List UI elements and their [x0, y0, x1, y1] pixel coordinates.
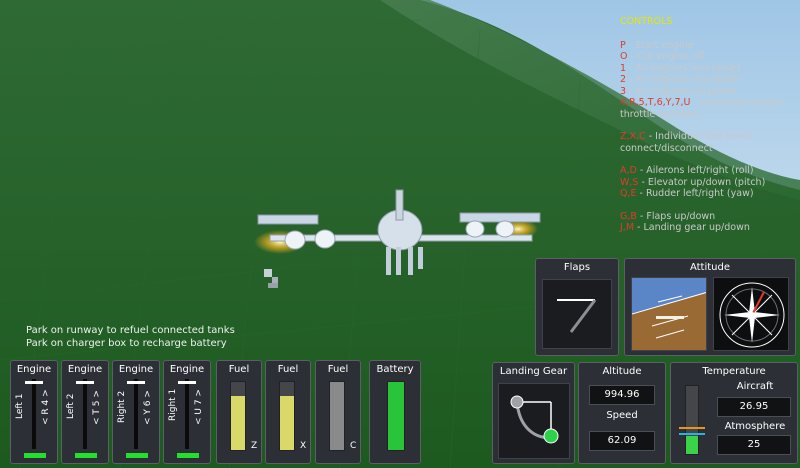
temperature-gauge [685, 385, 699, 455]
flaps-panel: Flaps [535, 258, 619, 356]
fuel-panel-z: Fuel Z [216, 360, 262, 464]
control-row: Z,X,C - Individual fuel tanks connect/di… [620, 131, 752, 154]
attitude-panel: Attitude [624, 258, 796, 356]
fuel-gauge [230, 381, 246, 451]
atmosphere-temp-marker [679, 433, 705, 435]
ground-object [264, 269, 278, 288]
fuel-key: C [350, 441, 357, 451]
fuel-panel-c: Fuel C [315, 360, 361, 464]
control-row: O - Cut engine off [620, 51, 705, 62]
throttle-track [83, 379, 87, 449]
attitude-title: Attitude [689, 262, 731, 273]
engine-panel-left-1: Engine Left 1 < R 4 > [10, 360, 58, 464]
temperature-fill [686, 436, 698, 454]
engine-name: Left 1 [15, 393, 25, 419]
fuel-gauge [329, 381, 345, 451]
fuel-key: X [300, 441, 307, 451]
altitude-value: 994.96 [589, 385, 655, 405]
fuel-title: Fuel [277, 364, 299, 375]
fuel-level-fill [330, 382, 344, 450]
refuel-hint: Park on runway to refuel connected tanks [26, 325, 235, 336]
engine-keys: < U 7 > [194, 389, 204, 425]
flaps-display [542, 279, 612, 349]
battery-title: Battery [376, 364, 414, 375]
control-row: 3 - All engines full power [620, 85, 738, 97]
aircraft-temp-label: Aircraft [736, 381, 774, 392]
control-row: A,D - Ailerons left/right (roll) [620, 165, 754, 176]
engine-keys: < Y 6 > [143, 390, 153, 425]
engine-status-light [24, 453, 46, 458]
engine-name: Right 2 [117, 390, 127, 423]
throttle-track [32, 379, 36, 449]
landing-gear-display [498, 383, 570, 459]
fuel-gauge [279, 381, 295, 451]
altitude-title: Altitude [602, 366, 642, 377]
fuel-title: Fuel [327, 364, 349, 375]
throttle-slider[interactable] [127, 381, 145, 384]
throttle-slider[interactable] [178, 381, 196, 384]
atmosphere-temp-label: Atmosphere [724, 421, 786, 432]
control-row: 4,R,5,T,6,Y,7,U - Individual engine thro… [620, 97, 782, 120]
fuel-title: Fuel [228, 364, 250, 375]
engine-title: Engine [16, 364, 52, 375]
control-row: Q,E - Rudder left/right (yaw) [620, 188, 754, 199]
recharge-hint: Park on charger box to recharge battery [26, 338, 227, 349]
artificial-horizon [631, 277, 707, 351]
compass-icon [719, 282, 785, 348]
control-row: 2 - All engines mid power [620, 74, 741, 85]
landing-gear-indicator [510, 395, 559, 444]
fuel-level-fill [231, 395, 245, 450]
engine-panel-left-2: Engine Left 2 < T 5 > [61, 360, 109, 464]
flaps-title: Flaps [563, 262, 591, 273]
engine-status-light [177, 453, 199, 458]
engine-status-light [126, 453, 148, 458]
altitude-speed-panel: Altitude 994.96 Speed 62.09 [578, 362, 666, 464]
engine-keys: < T 5 > [92, 390, 102, 425]
aircraft-temp-marker [679, 427, 705, 429]
throttle-track [134, 379, 138, 449]
landing-gear-panel: Landing Gear [492, 362, 575, 464]
engine-title: Engine [67, 364, 103, 375]
throttle-track [185, 379, 189, 449]
fuel-level-fill [280, 395, 294, 450]
engine-name: Left 2 [66, 393, 76, 419]
control-row: 1 - All engines min power [620, 62, 741, 74]
engine-title: Engine [118, 364, 154, 375]
battery-level-fill [388, 382, 404, 450]
atmosphere-temp-value: 25 [717, 435, 791, 455]
control-row: J,M - Landing gear up/down [620, 222, 750, 233]
engine-panel-right-2: Engine Right 2 < Y 6 > [112, 360, 160, 464]
battery-panel: Battery [369, 360, 421, 464]
fuel-key: Z [251, 441, 258, 451]
speed-title: Speed [606, 410, 638, 421]
controls-title: CONTROLS [620, 16, 673, 27]
engine-status-light [75, 453, 97, 458]
engine-panel-right-1: Engine Right 1 < U 7 > [163, 360, 211, 464]
speed-value: 62.09 [589, 431, 655, 451]
temperature-title: Temperature [702, 366, 766, 377]
throttle-slider[interactable] [76, 381, 94, 384]
battery-gauge [387, 381, 405, 451]
control-row: W,S - Elevator up/down (pitch) [620, 176, 766, 188]
flaps-indicator [557, 299, 597, 333]
control-row: G,B - Flaps up/down [620, 210, 716, 222]
engine-keys: < R 4 > [41, 389, 51, 425]
engine-title: Engine [169, 364, 205, 375]
landing-gear-title: Landing Gear [499, 366, 568, 377]
temperature-panel: Temperature Aircraft 26.95 Atmosphere 25 [670, 362, 798, 464]
aircraft [254, 189, 541, 275]
aircraft-temp-value: 26.95 [717, 397, 791, 417]
engine-name: Right 1 [168, 388, 178, 421]
fuel-panel-x: Fuel X [265, 360, 311, 464]
controls-legend: CONTROLS P - Start engine O - Cut engine… [620, 16, 798, 234]
compass [713, 277, 789, 351]
throttle-slider[interactable] [25, 381, 43, 384]
horizon-indicator [632, 278, 706, 350]
control-row: P - Start engine [620, 39, 694, 51]
